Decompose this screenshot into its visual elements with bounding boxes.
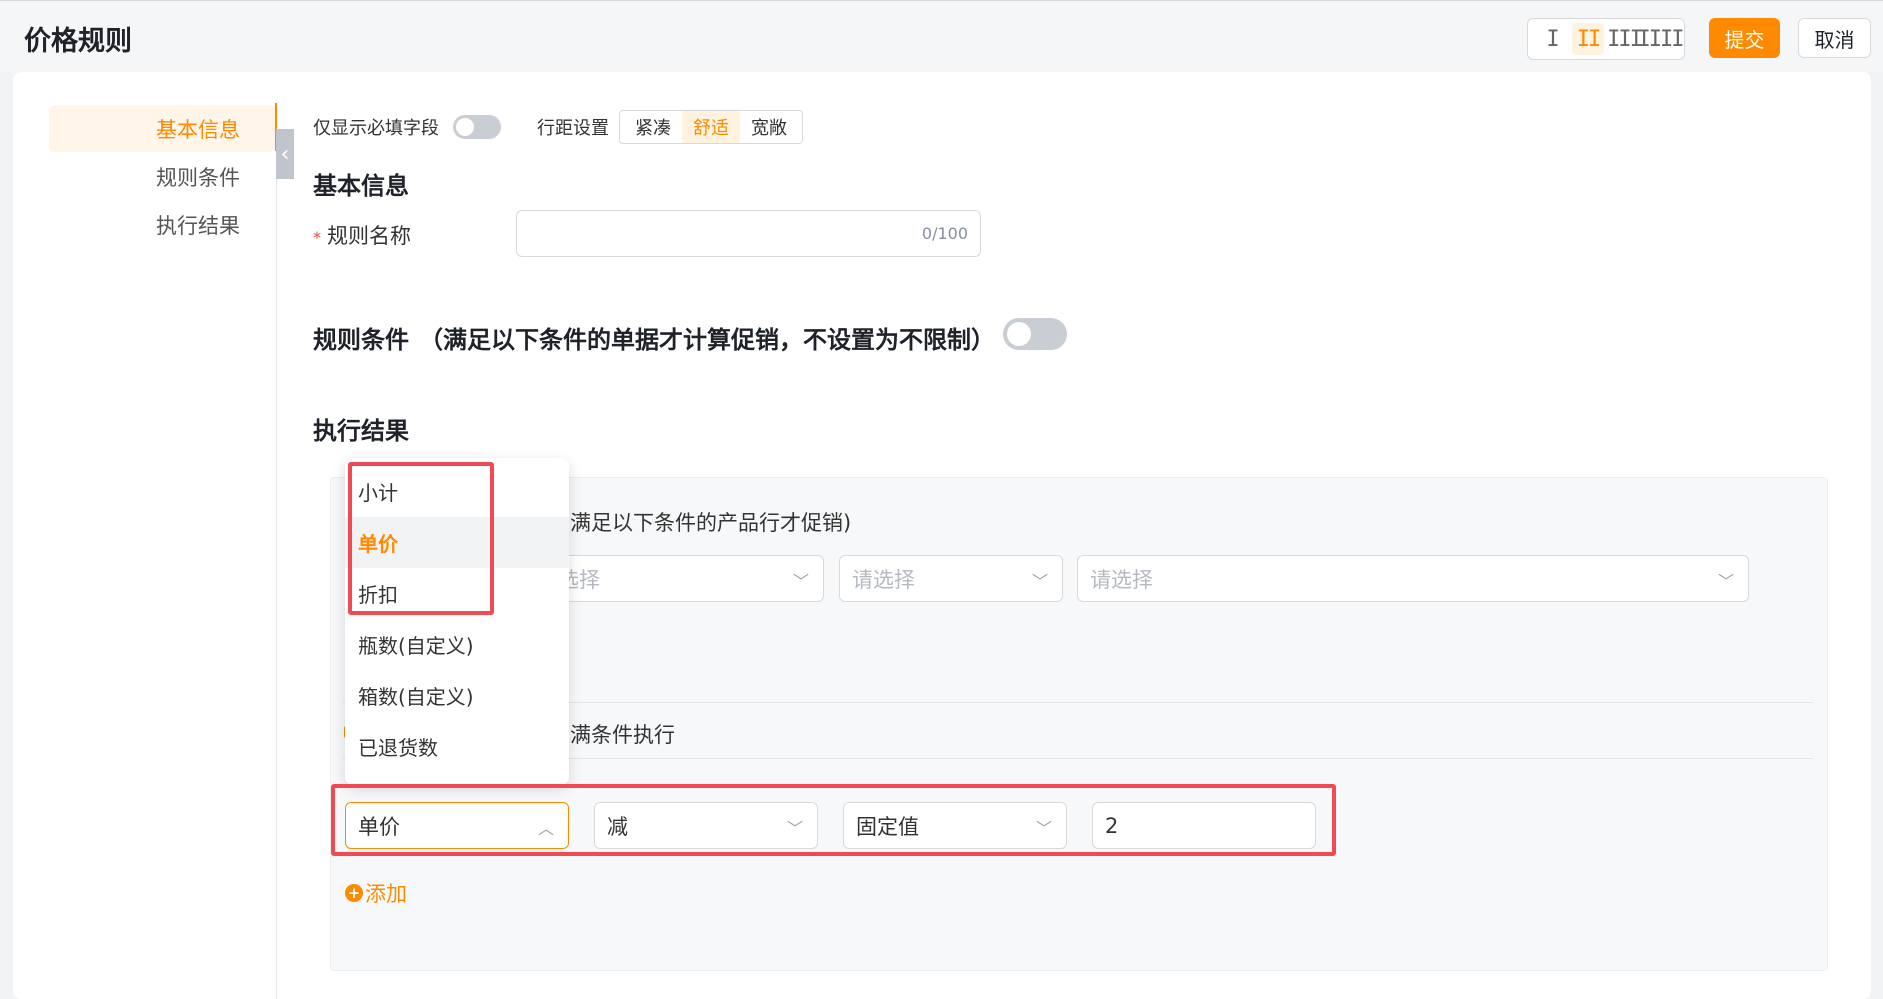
rule-conditions-heading: 规则条件 （满足以下条件的单据才计算促销，不设置为不限制） <box>313 320 995 355</box>
nav-divider <box>276 103 277 999</box>
switch-knob <box>456 118 474 136</box>
spacing-loose-option[interactable]: 宽敞 <box>740 111 798 143</box>
density-switcher: I II III IIII <box>1527 18 1685 60</box>
rule-name-counter: 0/100 <box>921 224 968 243</box>
side-nav: 基本信息 规则条件 执行结果 <box>49 105 276 249</box>
sidebar-item-execution-result[interactable]: 执行结果 <box>49 201 276 248</box>
highlight-box-action-row <box>331 784 1336 856</box>
highlight-box-dropdown <box>348 462 494 615</box>
chevron-left-icon: ‹ <box>280 141 290 167</box>
dropdown-option-bottles[interactable]: 瓶数(自定义) <box>345 619 569 670</box>
condition-field-select[interactable]: 选择 ﹀ <box>545 555 824 602</box>
submit-button[interactable]: 提交 <box>1709 18 1780 58</box>
chevron-down-icon: ﹀ <box>1031 572 1048 591</box>
required-only-label: 仅显示必填字段 <box>313 118 439 139</box>
cancel-button[interactable]: 取消 <box>1798 18 1871 58</box>
basic-info-heading: 基本信息 <box>313 172 409 200</box>
product-condition-text: 满足以下条件的产品行才促销) <box>570 511 852 535</box>
dropdown-option-returned[interactable]: 已退货数 <box>345 721 569 772</box>
collapse-sidebar-button[interactable]: ‹ <box>276 129 294 179</box>
condition-operator-select[interactable]: 请选择 ﹀ <box>839 555 1063 602</box>
chevron-down-icon: ﹀ <box>792 572 809 591</box>
switch-knob <box>1007 322 1031 346</box>
form-toolbar: 仅显示必填字段 行距设置 紧凑 舒适 宽敞 <box>313 110 803 144</box>
rule-name-label: * 规则名称 <box>313 220 411 250</box>
condition-value-select[interactable]: 请选择 ﹀ <box>1077 555 1749 602</box>
rule-conditions-switch[interactable] <box>1003 318 1067 350</box>
chevron-down-icon: ﹀ <box>1717 572 1734 591</box>
sidebar-item-rule-conditions[interactable]: 规则条件 <box>49 153 276 200</box>
plus-circle-icon: + <box>345 884 363 902</box>
spacing-compact-option[interactable]: 紧凑 <box>624 111 682 143</box>
add-action-label: 添加 <box>365 882 407 906</box>
spacing-comfortable-option[interactable]: 舒适 <box>682 111 740 143</box>
add-action-button[interactable]: + 添加 <box>345 878 407 908</box>
top-bar: 价格规则 I II III IIII 提交 取消 <box>0 0 1883 72</box>
condition-value-placeholder: 请选择 <box>1090 567 1153 592</box>
spacing-segmented-control: 紧凑 舒适 宽敞 <box>619 110 803 144</box>
required-only-switch[interactable] <box>453 115 501 139</box>
page-title: 价格规则 <box>24 26 132 57</box>
density-1-column-button[interactable]: I <box>1536 23 1568 55</box>
required-asterisk: * <box>313 228 321 247</box>
density-4-columns-button[interactable]: IIII <box>1638 23 1685 55</box>
density-2-columns-button[interactable]: II <box>1572 23 1604 55</box>
execution-result-heading: 执行结果 <box>313 417 409 445</box>
sidebar-item-basic-info[interactable]: 基本信息 <box>49 105 276 152</box>
dropdown-option-cases[interactable]: 箱数(自定义) <box>345 670 569 721</box>
rule-name-input[interactable]: 0/100 <box>516 210 981 257</box>
execute-text: 满条件执行 <box>570 723 675 747</box>
density-3-columns-button[interactable]: III <box>1607 23 1643 55</box>
spacing-label: 行距设置 <box>537 118 609 139</box>
rule-conditions-hint: （满足以下条件的单据才计算促销，不设置为不限制） <box>419 326 995 354</box>
condition-operator-placeholder: 请选择 <box>852 567 915 592</box>
rule-conditions-title: 规则条件 <box>313 326 409 354</box>
rule-name-label-text: 规则名称 <box>327 224 411 248</box>
